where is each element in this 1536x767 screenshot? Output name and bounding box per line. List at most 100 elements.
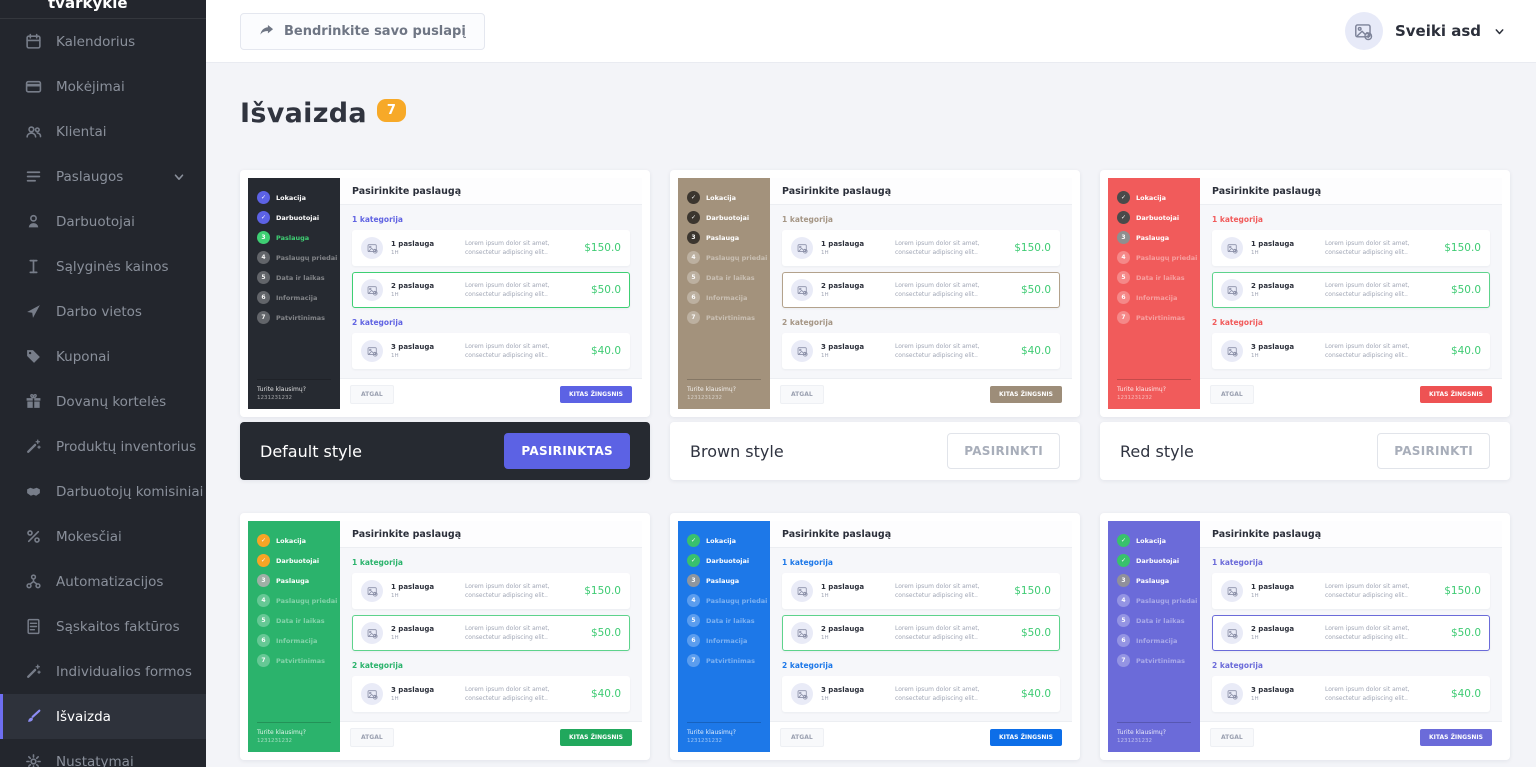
widget-question: Turite klausimų? [257,729,331,736]
step-number: 4 [687,594,700,607]
booking-widget-preview: ✓ Lokacija ✓ Darbuotojai 3 Paslauga 4 Pa… [248,521,642,752]
step-number: 3 [1117,574,1130,587]
service-name: 3 paslauga [821,343,887,351]
step-check-icon: ✓ [257,191,270,204]
widget-step: 7 Patvirtinimas [257,311,331,324]
service-description: Lorem ipsum dolor sit amet, consectetur … [457,582,571,601]
sidebar-item-mokesčiai[interactable]: Mokesčiai [0,514,206,559]
theme-select-button[interactable]: PASIRINKTAS [504,433,630,469]
step-number: 7 [1117,311,1130,324]
service-price: $150.0 [1431,585,1481,597]
price-adjust-icon [25,258,42,275]
widget-next-button: KITAS ŽINGSNIS [990,386,1062,403]
widget-step-active: 3 Paslauga [1117,231,1191,244]
sidebar-item-paslaugos[interactable]: Paslaugos [0,154,206,199]
service-description: Lorem ipsum dolor sit amet, consectetur … [1317,239,1431,258]
sidebar-item-produktų-inventorius[interactable]: Produktų inventorius [0,424,206,469]
widget-step: ✓ Lokacija [687,534,761,547]
category-label: 1 kategorija [352,215,630,224]
main-content: Išvaizda 7 ✓ Lokacija ✓ Darbuotojai 3 [206,62,1536,767]
theme-preview: ✓ Lokacija ✓ Darbuotojai 3 Paslauga 4 Pa… [670,513,1080,760]
sidebar-item-darbuotojai[interactable]: Darbuotojai [0,199,206,244]
booking-widget-preview: ✓ Lokacija ✓ Darbuotojai 3 Paslauga 4 Pa… [1108,521,1502,752]
service-duration: 1H [821,593,887,599]
user-menu[interactable]: Sveiki asd [1345,12,1506,50]
sidebar-item-darbuotojų-komisiniai[interactable]: Darbuotojų komisiniai [0,469,206,514]
service-duration: 1H [1251,292,1317,298]
service-name: 1 paslauga [1251,240,1317,248]
widget-title: Pasirinkite paslaugą [340,178,642,205]
service-duration: 1H [1251,250,1317,256]
sidebar-item-sąlyginės-kainos[interactable]: Sąlyginės kainos [0,244,206,289]
widget-title: Pasirinkite paslaugą [1200,521,1502,548]
service-price: $40.0 [1431,345,1481,357]
sidebar-item-label: Nustatymai [56,754,134,767]
widget-step: 6 Informacija [257,634,331,647]
widget-question: Turite klausimų? [687,386,761,393]
service-duration: 1H [391,250,457,256]
step-check-icon: ✓ [257,211,270,224]
service-image-icon [1221,279,1243,301]
app-window: tvarkyklė Kalendorius Mokėjimai Klientai… [0,0,1536,767]
widget-step: 5 Data ir laikas [687,614,761,627]
service-price: $150.0 [571,242,621,254]
step-check-icon: ✓ [687,534,700,547]
widget-title: Pasirinkite paslaugą [340,521,642,548]
service-price: $50.0 [1001,284,1051,296]
widget-step: 6 Informacija [687,291,761,304]
step-check-icon: ✓ [1117,534,1130,547]
sidebar-item-kuponai[interactable]: Kuponai [0,334,206,379]
booking-widget-preview: ✓ Lokacija ✓ Darbuotojai 3 Paslauga 4 Pa… [678,178,1072,409]
widget-back-button: ATGAL [1210,728,1254,747]
service-image-icon [791,622,813,644]
widget-steps-sidebar: ✓ Lokacija ✓ Darbuotojai 3 Paslauga 4 Pa… [1108,521,1200,752]
category-label: 1 kategorija [1212,558,1490,567]
theme-preview: ✓ Lokacija ✓ Darbuotojai 3 Paslauga 4 Pa… [1100,513,1510,760]
sidebar-item-kalendorius[interactable]: Kalendorius [0,19,206,64]
service-description: Lorem ipsum dolor sit amet, consectetur … [1317,624,1431,643]
widget-phone: 1231231232 [687,395,761,401]
sidebar-item-label: Sąlyginės kainos [56,259,169,275]
sidebar-item-automatizacijos[interactable]: Automatizacijos [0,559,206,604]
widget-contact: Turite klausimų? 1231231232 [257,722,331,744]
service-duration: 1H [391,635,457,641]
category-label: 2 kategorija [352,661,630,670]
users-icon [25,123,42,140]
widget-back-button: ATGAL [350,385,394,404]
widget-main: Pasirinkite paslaugą 1 kategorija 1 pasl… [340,178,642,409]
sidebar-item-nustatymai[interactable]: Nustatymai [0,739,206,767]
credit-card-icon [25,78,42,95]
sidebar-item-išvaizda[interactable]: Išvaizda [0,694,206,739]
widget-title: Pasirinkite paslaugą [1200,178,1502,205]
widget-question: Turite klausimų? [257,386,331,393]
service-price: $40.0 [1431,688,1481,700]
theme-select-button[interactable]: PASIRINKTI [947,433,1060,469]
service-name: 2 paslauga [821,282,887,290]
service-price: $150.0 [571,585,621,597]
sidebar-item-label: Darbo vietos [56,304,142,320]
service-row-selected: 2 paslauga 1H Lorem ipsum dolor sit amet… [1212,272,1490,308]
step-number: 4 [687,251,700,264]
widget-step: 5 Data ir laikas [1117,271,1191,284]
service-duration: 1H [821,696,887,702]
service-price: $40.0 [571,688,621,700]
theme-select-button[interactable]: PASIRINKTI [1377,433,1490,469]
step-check-icon: ✓ [687,191,700,204]
service-description: Lorem ipsum dolor sit amet, consectetur … [457,239,571,258]
widget-step: 6 Informacija [1117,291,1191,304]
sidebar-item-dovanų-kortelės[interactable]: Dovanų kortelės [0,379,206,424]
widget-steps-sidebar: ✓ Lokacija ✓ Darbuotojai 3 Paslauga 4 Pa… [678,178,770,409]
share-page-button[interactable]: Bendrinkite savo puslapį [240,13,485,50]
service-name: 2 paslauga [391,625,457,633]
service-row: 3 paslauga 1H Lorem ipsum dolor sit amet… [352,333,630,369]
sidebar-item-individualios-formos[interactable]: Individualios formos [0,649,206,694]
step-number: 3 [257,231,270,244]
service-price: $50.0 [1431,627,1481,639]
booking-widget-preview: ✓ Lokacija ✓ Darbuotojai 3 Paslauga 4 Pa… [678,521,1072,752]
widget-footer: ATGAL KITAS ŽINGSNIS [340,721,642,752]
sidebar-item-sąskaitos-faktūros[interactable]: Sąskaitos faktūros [0,604,206,649]
sidebar-item-mokėjimai[interactable]: Mokėjimai [0,64,206,109]
step-number: 6 [687,291,700,304]
sidebar-item-klientai[interactable]: Klientai [0,109,206,154]
sidebar-item-darbo-vietos[interactable]: Darbo vietos [0,289,206,334]
